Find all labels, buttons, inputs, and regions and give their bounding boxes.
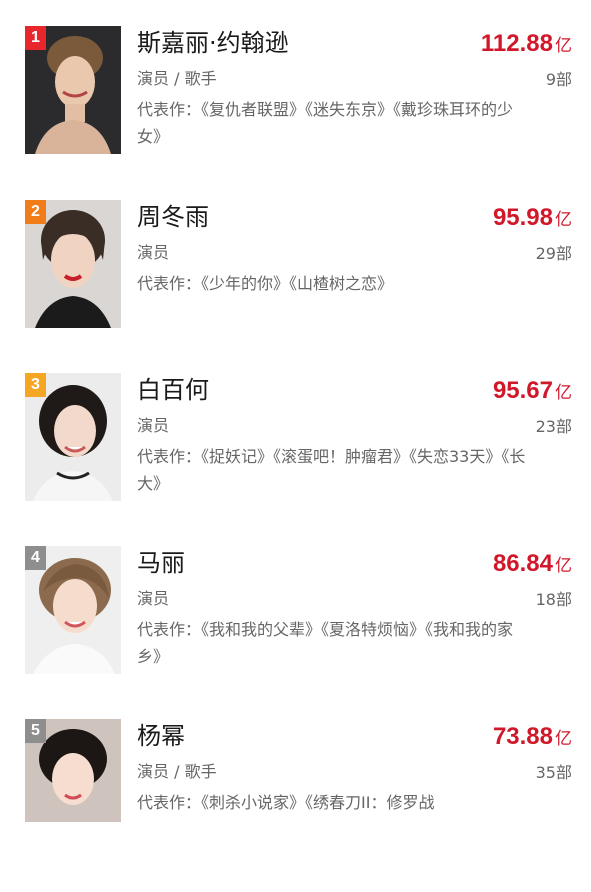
actor-role: 演员 / 歌手	[137, 69, 217, 88]
rank-badge: 1	[25, 26, 46, 50]
ranking-list: 1 斯嘉丽·约翰逊 112.88 亿 演员 / 歌手 9部 代表作：《复仇者联盟》…	[0, 0, 591, 822]
representative-works: 代表作：《捉妖记》《滚蛋吧！肿瘤君》《失恋33天》《长大》	[137, 447, 526, 493]
list-item[interactable]: 3 白百何 95.67 亿 演员 23部 代表作：《捉妖记》《滚蛋吧！肿瘤君》《失…	[0, 373, 591, 546]
rank-badge: 2	[25, 200, 46, 224]
rank-badge: 4	[25, 546, 46, 570]
rank-badge: 3	[25, 373, 46, 397]
film-count: 29部	[535, 244, 572, 263]
actor-name[interactable]: 马丽	[137, 546, 185, 580]
actor-photo[interactable]: 1	[25, 26, 121, 154]
film-count: 23部	[535, 417, 572, 436]
box-office-total: 95.98 亿	[492, 204, 572, 231]
representative-works: 代表作：《我和我的父辈》《夏洛特烦恼》《我和我的家乡》	[137, 620, 514, 666]
box-office-total: 73.88 亿	[492, 723, 572, 750]
list-item[interactable]: 2 周冬雨 95.98 亿 演员 29部 代表作：《少年的你》《山楂树之恋》	[0, 200, 591, 373]
actor-photo[interactable]: 3	[25, 373, 121, 501]
box-office-total: 95.67 亿	[492, 377, 572, 404]
box-office-total: 112.88 亿	[480, 30, 572, 57]
representative-works: 代表作：《复仇者联盟》《迷失东京》《戴珍珠耳环的少女》	[137, 100, 514, 146]
film-count: 9部	[545, 70, 572, 89]
actor-name[interactable]: 白百何	[137, 373, 209, 407]
list-item[interactable]: 4 马丽 86.84 亿 演员 18部 代表作：《我和我的父辈》《夏洛特烦恼》《我…	[0, 546, 591, 719]
actor-photo[interactable]: 2	[25, 200, 121, 328]
actor-name[interactable]: 周冬雨	[137, 200, 209, 234]
actor-photo[interactable]: 4	[25, 546, 121, 674]
film-count: 18部	[535, 590, 572, 609]
representative-works: 代表作：《刺杀小说家》《绣春刀II：修罗战	[137, 793, 435, 812]
list-item[interactable]: 1 斯嘉丽·约翰逊 112.88 亿 演员 / 歌手 9部 代表作：《复仇者联盟》…	[0, 26, 591, 199]
rank-badge: 5	[25, 719, 46, 743]
film-count: 35部	[535, 763, 572, 782]
box-office-total: 86.84 亿	[492, 550, 572, 577]
actor-photo[interactable]: 5	[25, 719, 121, 822]
representative-works: 代表作：《少年的你》《山楂树之恋》	[137, 274, 394, 293]
actor-name[interactable]: 斯嘉丽·约翰逊	[137, 26, 289, 60]
actor-name[interactable]: 杨幂	[137, 719, 185, 753]
actor-role: 演员	[137, 243, 170, 262]
actor-role: 演员	[137, 589, 170, 608]
actor-role: 演员	[137, 416, 170, 435]
actor-role: 演员 / 歌手	[137, 762, 217, 781]
list-item[interactable]: 5 杨幂 73.88 亿 演员 / 歌手 35部 代表作：《刺杀小说家》《绣春刀I…	[0, 719, 591, 892]
